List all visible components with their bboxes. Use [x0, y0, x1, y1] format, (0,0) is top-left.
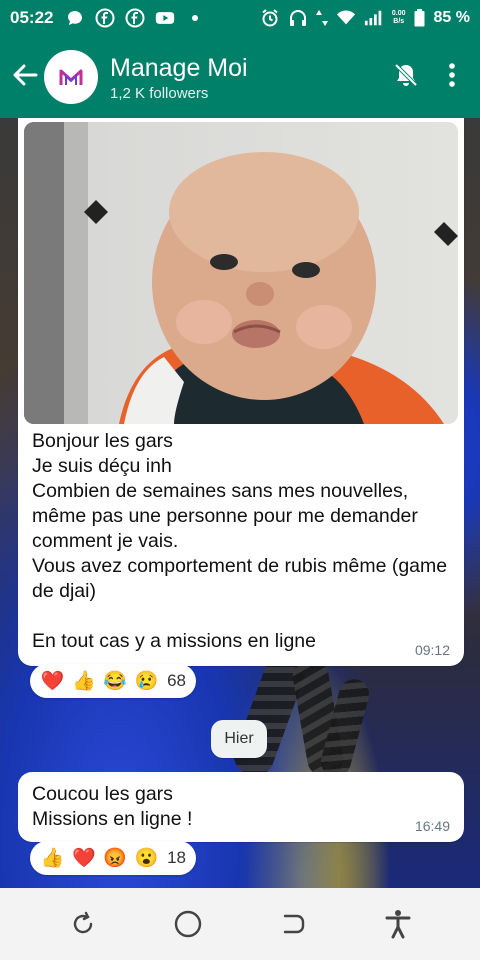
facebook-icon: [125, 8, 145, 28]
message-bubble[interactable]: Bonjour les gars Je suis déçu inh Combie…: [18, 118, 464, 666]
alarm-icon: [260, 8, 280, 28]
reaction-count: 68: [167, 671, 186, 690]
battery-percent: 85 %: [433, 9, 470, 26]
thumbs-up-reaction-icon: 👍: [72, 671, 96, 692]
surprised-reaction-icon: 😮: [134, 848, 159, 869]
bell-muted-icon[interactable]: [392, 61, 420, 94]
home-button[interactable]: [170, 906, 206, 942]
wifi-icon: [336, 8, 356, 28]
youtube-icon: [155, 8, 175, 28]
channel-header: Manage Moi 1,2 K followers: [0, 36, 480, 118]
dot-icon: [185, 8, 205, 28]
message-bubble[interactable]: Coucou les gars Missions en ligne ! 16:4…: [18, 772, 464, 842]
reactions-bar[interactable]: 👍 ❤️ 😡 😮 18: [30, 841, 196, 875]
status-bar: 05:22 0.00 B/s 85 %: [0, 0, 480, 36]
channel-name: Manage Moi: [110, 53, 248, 82]
more-vert-icon[interactable]: [448, 62, 456, 93]
rotate-icon[interactable]: [65, 906, 101, 942]
channel-avatar[interactable]: [44, 50, 98, 104]
message-photo[interactable]: [24, 122, 458, 424]
heart-reaction-icon: ❤️: [40, 671, 65, 692]
reactions-bar[interactable]: ❤️ 👍 😂 😢 68: [30, 664, 196, 698]
battery-icon: [414, 8, 426, 28]
net-speed-value: 0.00: [391, 10, 406, 17]
status-time: 05:22: [10, 8, 54, 27]
home-circle-icon: [174, 910, 201, 938]
recents-button[interactable]: [275, 906, 311, 942]
heart-reaction-icon: ❤️: [72, 848, 96, 869]
system-nav-bar: [0, 888, 480, 960]
facebook-icon: [95, 8, 115, 28]
notification-icons: [65, 8, 205, 28]
net-speed: 0.00 B/s: [392, 10, 406, 26]
net-speed-unit: B/s: [393, 18, 405, 25]
back-button[interactable]: [8, 57, 42, 97]
channel-info[interactable]: Manage Moi 1,2 K followers: [110, 53, 248, 102]
data-arrows-icon: [315, 8, 328, 28]
laughing-reaction-icon: 😂: [103, 671, 127, 692]
headphones-icon: [288, 8, 308, 28]
date-separator: Hier: [211, 720, 267, 758]
back-arrow-icon: [12, 63, 38, 92]
baby-photo: [24, 122, 458, 424]
header-actions: [392, 61, 472, 94]
status-indicators: 0.00 B/s 85 %: [260, 8, 470, 28]
recents-icon: [283, 914, 304, 934]
channel-followers: 1,2 K followers: [110, 84, 209, 102]
signal-icon: [364, 8, 384, 28]
crying-reaction-icon: 😢: [134, 671, 159, 692]
thumbs-up-reaction-icon: 👍: [40, 848, 65, 869]
accessibility-icon: [385, 910, 410, 939]
accessibility-button[interactable]: [380, 906, 416, 942]
channel-logo: [59, 69, 83, 85]
message-time: 16:49: [414, 818, 450, 834]
message-time: 09:12: [414, 642, 450, 658]
angry-reaction-icon: 😡: [103, 848, 127, 869]
reaction-count: 18: [167, 848, 186, 867]
chat-bubble-icon: [65, 8, 85, 28]
message-text: Bonjour les gars Je suis déçu inh Combie…: [32, 430, 448, 652]
message-text: Coucou les gars Missions en ligne !: [32, 783, 193, 830]
